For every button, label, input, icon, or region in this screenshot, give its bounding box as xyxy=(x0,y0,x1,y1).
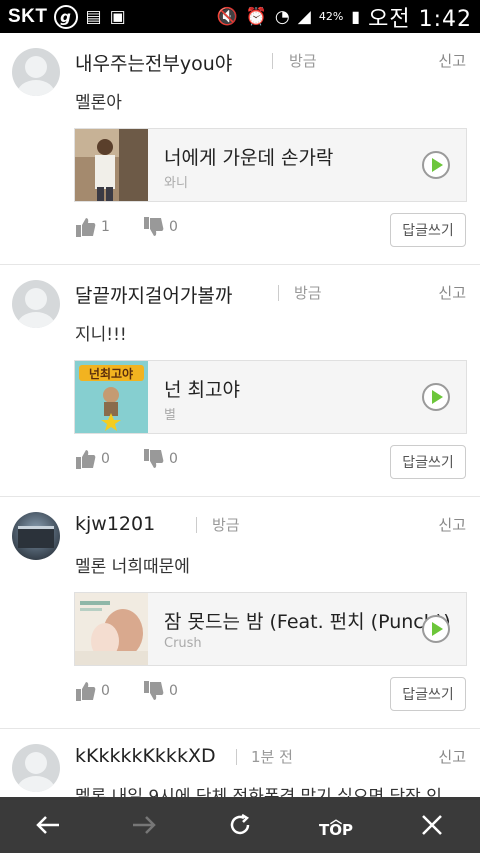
like-button[interactable]: 0 xyxy=(75,448,110,470)
refresh-button[interactable] xyxy=(210,797,270,853)
thumbs-up-icon xyxy=(75,680,97,702)
comment-time: 1분 전 xyxy=(251,748,293,766)
comment-item: 달끝까지걸어가볼까 방금 신고 지니!!! 넌최고야 넌 최고야 별 0 0 답… xyxy=(0,265,480,497)
divider xyxy=(196,517,197,533)
avatar[interactable] xyxy=(12,744,60,792)
dislike-button[interactable]: 0 xyxy=(143,216,178,238)
album-art xyxy=(75,129,148,201)
close-button[interactable] xyxy=(402,797,462,853)
like-count: 0 xyxy=(101,451,110,467)
notes-icon: ▤ xyxy=(85,6,102,27)
dislike-count: 0 xyxy=(169,451,178,467)
play-button[interactable] xyxy=(422,151,450,179)
dislike-count: 0 xyxy=(169,683,178,699)
battery-icon: ▮ xyxy=(351,7,361,26)
carrier-label: SKT xyxy=(8,5,48,27)
reply-button[interactable]: 답글쓰기 xyxy=(390,677,466,711)
comment-item: 내우주는전부you야 방금 신고 멜론아 너에게 가운데 손가락 와니 1 0 … xyxy=(0,33,480,265)
bottom-nav-bar: ︿ TOP xyxy=(0,797,480,853)
comment-username[interactable]: 내우주는전부you야 xyxy=(75,49,232,76)
scroll-top-button[interactable]: ︿ TOP xyxy=(306,797,366,853)
comment-item: kjw1201 방금 신고 멜론 너희때문에 잠 못드는 밤 (Feat. 펀치… xyxy=(0,497,480,729)
song-artist: Crush xyxy=(164,636,202,651)
clock: 오전 1:42 xyxy=(368,6,472,32)
forward-button[interactable] xyxy=(114,797,174,853)
play-button[interactable] xyxy=(422,615,450,643)
report-link[interactable]: 신고 xyxy=(438,50,466,71)
refresh-icon xyxy=(230,813,250,835)
signal-icon: ◢ xyxy=(297,6,311,27)
comment-text: 지니!!! xyxy=(75,325,127,345)
status-bar: SKT g ▤ ▣ 🔇 ⏰ ◔ ◢ 42% ▮ 오전 1:42 xyxy=(0,0,480,33)
thumbs-up-icon xyxy=(75,216,97,238)
song-card[interactable]: 너에게 가운데 손가락 와니 xyxy=(74,128,467,202)
dislike-button[interactable]: 0 xyxy=(143,680,178,702)
comment-time: 방금 xyxy=(212,516,240,534)
battery-percent: 42% xyxy=(318,10,344,23)
avatar[interactable] xyxy=(12,512,60,560)
play-icon xyxy=(432,622,443,636)
play-icon xyxy=(432,390,443,404)
like-count: 1 xyxy=(101,219,110,235)
report-link[interactable]: 신고 xyxy=(438,746,466,767)
comment-username[interactable]: 달끝까지걸어가볼까 xyxy=(75,281,232,308)
comment-text: 멜론 너희때문에 xyxy=(75,557,190,577)
gallery-icon: ▣ xyxy=(109,6,126,27)
alarm-icon: ⏰ xyxy=(245,6,267,27)
thumbs-down-icon xyxy=(143,448,165,470)
back-button[interactable] xyxy=(18,797,78,853)
comment-time: 방금 xyxy=(294,284,322,302)
back-arrow-icon xyxy=(36,816,59,834)
avatar[interactable] xyxy=(12,48,60,96)
dislike-button[interactable]: 0 xyxy=(143,448,178,470)
wifi-icon: ◔ xyxy=(274,6,290,27)
thumbs-down-icon xyxy=(143,680,165,702)
avatar[interactable] xyxy=(12,280,60,328)
song-title: 잠 못드는 밤 (Feat. 펀치 (Punch)) xyxy=(164,611,451,633)
thumbs-up-icon xyxy=(75,448,97,470)
divider xyxy=(236,749,237,765)
album-art-title: 넌최고야 xyxy=(89,366,133,381)
reply-button[interactable]: 답글쓰기 xyxy=(390,213,466,247)
song-artist: 와니 xyxy=(164,176,188,191)
song-card[interactable]: 넌최고야 넌 최고야 별 xyxy=(74,360,467,434)
like-button[interactable]: 1 xyxy=(75,216,110,238)
play-button[interactable] xyxy=(422,383,450,411)
comment-text: 멜론아 xyxy=(75,93,122,113)
thumbs-down-icon xyxy=(143,216,165,238)
g-app-icon: g xyxy=(53,4,78,29)
comment-username[interactable]: kKkkkkKkkkXD xyxy=(75,745,216,767)
song-card[interactable]: 잠 못드는 밤 (Feat. 펀치 (Punch)) Crush xyxy=(74,592,467,666)
report-link[interactable]: 신고 xyxy=(438,282,466,303)
reply-button[interactable]: 답글쓰기 xyxy=(390,445,466,479)
top-label: TOP xyxy=(319,820,353,839)
play-icon xyxy=(432,158,443,172)
forward-arrow-icon xyxy=(133,816,156,834)
comment-username[interactable]: kjw1201 xyxy=(75,513,155,535)
divider xyxy=(278,285,279,301)
divider xyxy=(272,53,273,69)
song-title: 넌 최고야 xyxy=(164,379,240,401)
like-button[interactable]: 0 xyxy=(75,680,110,702)
status-right: 🔇 ⏰ ◔ ◢ 42% ▮ 오전 1:42 xyxy=(217,1,472,33)
dislike-count: 0 xyxy=(169,219,178,235)
album-art: 넌최고야 xyxy=(75,361,148,433)
like-count: 0 xyxy=(101,683,110,699)
comment-time: 방금 xyxy=(289,52,317,70)
song-artist: 별 xyxy=(164,408,176,423)
report-link[interactable]: 신고 xyxy=(438,514,466,535)
close-icon xyxy=(422,815,442,835)
album-art xyxy=(75,593,148,665)
song-title: 너에게 가운데 손가락 xyxy=(164,147,334,169)
mute-icon: 🔇 xyxy=(216,6,238,27)
